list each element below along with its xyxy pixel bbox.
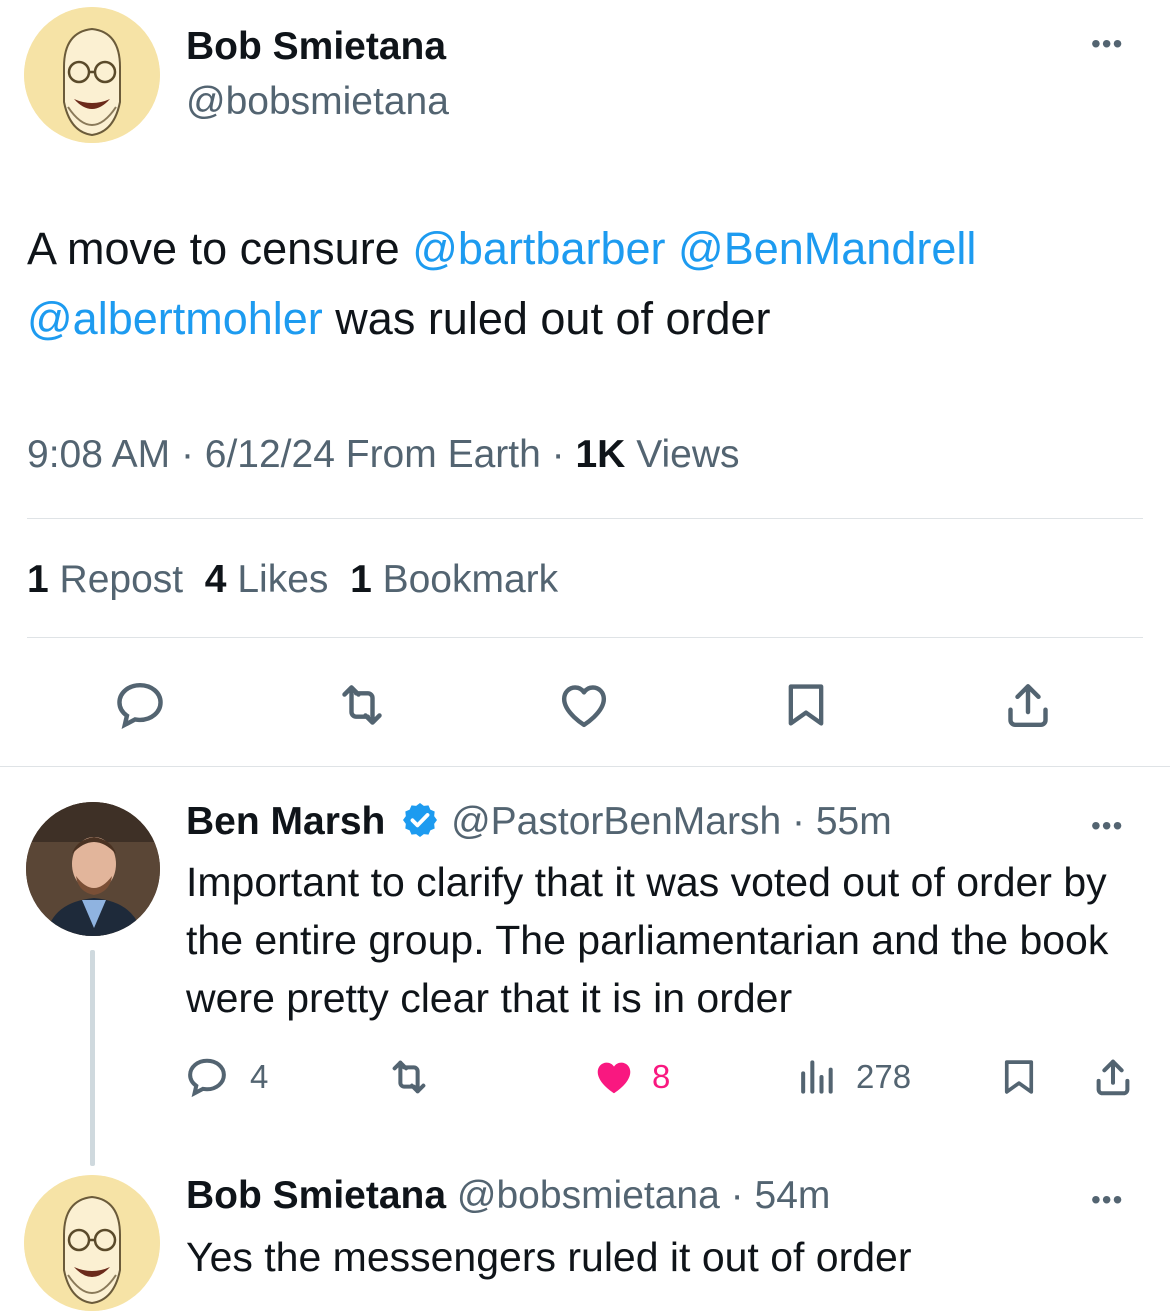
tweet-text-suffix: was ruled out of order [322, 293, 771, 344]
reply-count: 4 [250, 1058, 269, 1095]
tweet-text: A move to censure @bartbarber @BenMandre… [27, 214, 1147, 354]
separator-dot: · [180, 433, 194, 476]
verified-badge-icon [403, 803, 438, 837]
author-name[interactable]: Ben Marsh [186, 800, 385, 843]
cartoon-portrait-icon [24, 7, 160, 143]
like-icon[interactable] [590, 1054, 638, 1100]
reply-header: Bob Smietana @bobsmietana · 54m [186, 1174, 830, 1218]
tweet-source: From Earth [345, 433, 541, 476]
bookmarks-count: 1 [350, 558, 372, 601]
reply-time[interactable]: 54m [755, 1174, 831, 1217]
reply-text: Important to clarify that it was voted o… [186, 859, 1109, 1021]
profile-photo-icon [26, 802, 160, 936]
bookmark-icon[interactable] [780, 677, 832, 733]
author-avatar[interactable] [26, 802, 160, 936]
reply-header: Ben Marsh @PastorBenMarsh · 55m [186, 800, 892, 844]
more-icon[interactable]: ••• [1091, 1186, 1123, 1214]
mention-link[interactable]: @BenMandrell [678, 223, 976, 274]
reply-icon[interactable] [112, 677, 168, 733]
bookmarks-label: Bookmark [382, 558, 559, 601]
reply-icon[interactable] [184, 1054, 230, 1100]
author-handle[interactable]: @bobsmietana [457, 1174, 720, 1217]
reply-text: Yes the messengers ruled it out of order [186, 1234, 912, 1280]
separator-dot: · [719, 1174, 755, 1217]
more-icon[interactable]: ••• [1091, 812, 1123, 840]
author-avatar[interactable] [24, 7, 160, 143]
tweet-text-prefix: A move to censure [27, 223, 413, 274]
reposts-count: 1 [27, 558, 49, 601]
views-label: Views [636, 433, 740, 476]
thread-connector [90, 950, 95, 1166]
divider [27, 518, 1143, 519]
views-count: 1K [575, 433, 626, 476]
repost-icon[interactable] [332, 677, 392, 733]
share-icon[interactable] [1090, 1054, 1136, 1100]
separator-dot: · [551, 433, 565, 476]
views-count: 278 [856, 1058, 912, 1095]
author-name[interactable]: Bob Smietana [186, 25, 446, 69]
views-icon[interactable] [794, 1054, 838, 1100]
cartoon-portrait-icon [24, 1175, 160, 1311]
like-count: 8 [652, 1058, 671, 1095]
tweet-meta: 9:08 AM · 6/12/24 From Earth · 1K Views [27, 433, 740, 477]
share-icon[interactable] [1000, 677, 1056, 733]
more-icon[interactable]: ••• [1091, 30, 1123, 58]
likes-label: Likes [237, 558, 329, 601]
engagement-stats: 1 Repost 4 Likes 1 Bookmark [27, 558, 558, 602]
author-name[interactable]: Bob Smietana [186, 1174, 446, 1217]
reply-time[interactable]: 55m [816, 800, 892, 843]
author-handle[interactable]: @PastorBenMarsh [451, 800, 781, 843]
likes-stat[interactable]: 4 Likes [205, 558, 329, 601]
reposts-label: Repost [59, 558, 184, 601]
tweet-date[interactable]: 6/12/24 [205, 433, 335, 476]
mention-link[interactable]: @albertmohler [27, 293, 323, 344]
bookmark-icon[interactable] [998, 1054, 1040, 1100]
reposts-stat[interactable]: 1 Repost [27, 558, 183, 601]
repost-icon[interactable] [384, 1054, 434, 1100]
tweet-time[interactable]: 9:08 AM [27, 433, 170, 476]
author-avatar[interactable] [24, 1175, 160, 1311]
author-handle[interactable]: @bobsmietana [186, 80, 449, 124]
divider [27, 637, 1143, 638]
separator-dot: · [781, 800, 816, 843]
mention-link[interactable]: @bartbarber [412, 223, 665, 274]
likes-count: 4 [204, 558, 227, 601]
bookmarks-stat[interactable]: 1 Bookmark [350, 558, 558, 601]
divider [0, 766, 1170, 767]
like-icon[interactable] [555, 677, 613, 733]
